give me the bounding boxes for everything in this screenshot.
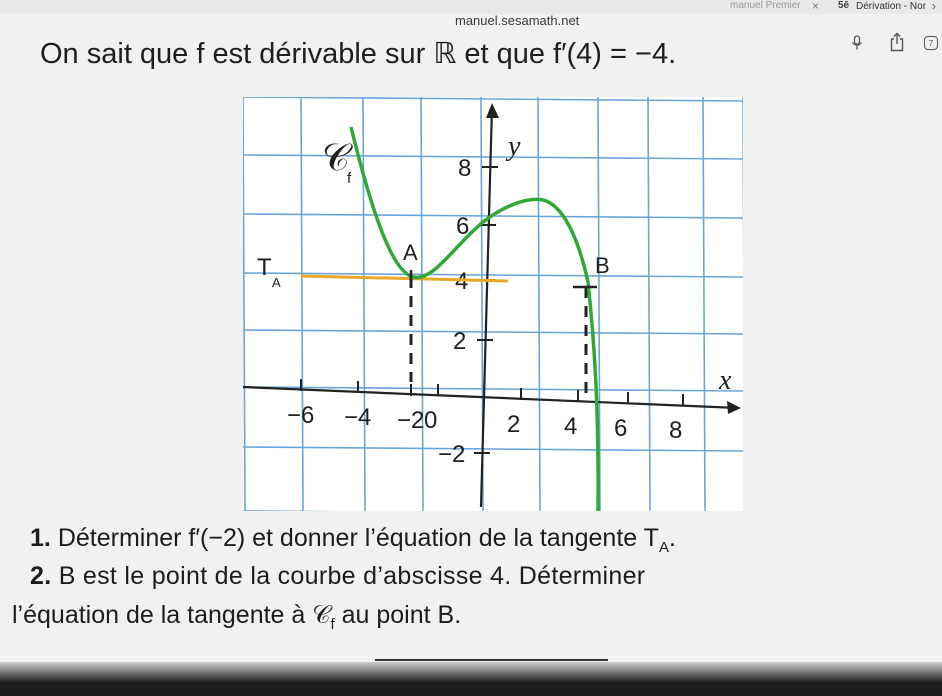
question-2-text-a: l’équation de la tangente à 𝒞 (12, 601, 331, 629)
x-axis-label: x (718, 365, 732, 396)
question-1: 1. Déterminer f′(−2) et donner l’équatio… (30, 524, 930, 556)
point-a-label: A (403, 240, 418, 265)
tab-previous[interactable]: manuel Premier (730, 0, 801, 11)
tangent-label-sub: A (272, 275, 281, 290)
function-graph: −6 −4 −2 0 2 4 6 8 8 6 4 2 −2 𝒞 f y x T A A B (242, 96, 746, 516)
x-tick-label: 2 (507, 411, 520, 438)
question-1-text: Déterminer f′(−2) et donner l’équation d… (57, 524, 659, 552)
x-tick-label: −4 (344, 404, 371, 431)
question-1-end: . (668, 524, 676, 552)
question-2-continued: l’équation de la tangente à 𝒞f au point … (12, 601, 912, 633)
tabs-overview-icon[interactable]: 7 (924, 36, 938, 50)
address-bar-url[interactable]: manuel.sesamath.net (455, 13, 579, 28)
x-tick-label: 8 (669, 417, 682, 444)
site-favicon-icon: 5ē (838, 0, 850, 11)
microphone-icon[interactable] (851, 35, 863, 51)
y-tick-label: 8 (458, 155, 471, 182)
chevron-right-icon[interactable]: › (932, 0, 936, 13)
handwritten-underline (375, 659, 608, 661)
tab-bar: manuel Premier × 5ē Dérivation - Nor › (0, 0, 942, 14)
x-tick-label: −6 (287, 402, 314, 429)
tab-current[interactable]: Dérivation - Nor (856, 1, 926, 12)
y-tick-label: 4 (455, 268, 468, 295)
question-2-text: B est le point de la courbe d’abscisse 4… (58, 562, 646, 590)
y-tick-label: −2 (438, 441, 465, 468)
graph-svg: −6 −4 −2 0 2 4 6 88642−2 𝒞 f y x T A A B (242, 96, 746, 516)
question-2-number: 2. (30, 562, 52, 590)
exercise-title: On sait que f est dérivable sur ℝ et que… (40, 38, 677, 70)
x-tick-label: 6 (614, 415, 627, 442)
x-tick-label: 0 (424, 407, 437, 434)
bottom-bezel (0, 662, 942, 696)
x-tick-label: 4 (564, 413, 577, 440)
question-2: 2. B est le point de la courbe d’absciss… (30, 562, 930, 591)
tangent-label: T (257, 254, 272, 281)
question-1-number: 1. (30, 524, 51, 552)
point-b-label: B (595, 253, 610, 278)
x-tick-label: −2 (397, 407, 424, 434)
screen: manuel Premier × 5ē Dérivation - Nor › m… (0, 0, 942, 696)
share-icon[interactable] (889, 32, 905, 52)
close-tab-icon[interactable]: × (812, 0, 819, 13)
question-2-text-b: au point B. (334, 601, 462, 629)
y-axis-label: y (505, 131, 521, 162)
question-1-sub: A (658, 539, 669, 556)
y-tick-label: 2 (453, 328, 466, 355)
